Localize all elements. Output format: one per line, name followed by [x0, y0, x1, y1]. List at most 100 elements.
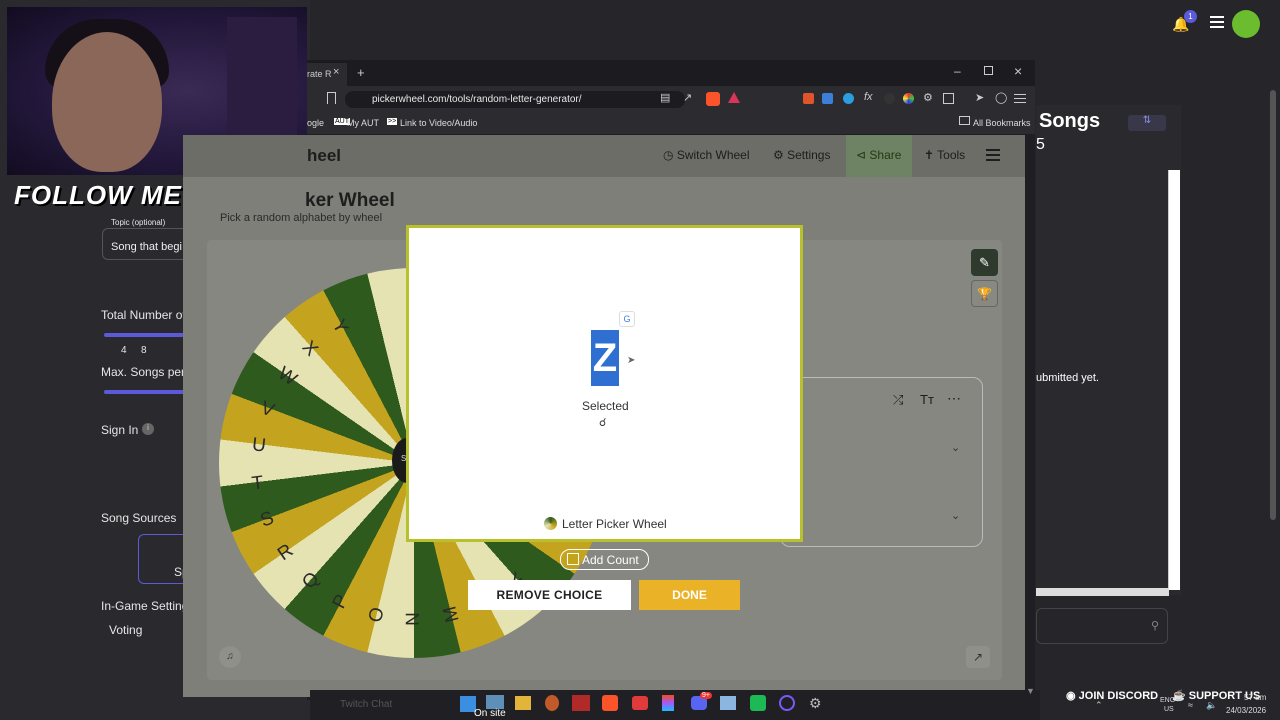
site-logo[interactable]: heel [307, 146, 341, 166]
app-icon-2[interactable] [572, 695, 590, 711]
extension-3-icon[interactable] [843, 93, 854, 104]
app-icon-6[interactable] [779, 695, 795, 711]
extensions-icon[interactable]: ⚙ [923, 91, 933, 104]
edit-icon[interactable]: ✎ [971, 249, 998, 276]
extension-5-icon[interactable] [884, 93, 895, 104]
text-size-icon[interactable]: Tᴛ [920, 392, 934, 407]
fullscreen-icon[interactable]: ↗ [966, 646, 990, 668]
bookmark-my-aut[interactable]: My AUT [347, 118, 379, 128]
extension-1-icon[interactable] [803, 93, 814, 104]
maximize-icon[interactable] [984, 66, 993, 75]
sound-icon[interactable]: ♫ [219, 646, 241, 668]
total-number-slider[interactable] [104, 333, 184, 337]
close-window-icon[interactable]: × [1014, 63, 1022, 79]
twitch-chat-label: Twitch Chat [340, 699, 393, 710]
app-icon-4[interactable] [720, 696, 736, 710]
app-icon-1[interactable] [545, 695, 559, 711]
sidebar-icon[interactable] [943, 93, 954, 104]
remove-choice-button[interactable]: REMOVE CHOICE [468, 580, 631, 610]
songs-panel [1036, 105, 1181, 595]
wheel-letter: Q [298, 567, 324, 593]
settings-button[interactable]: ⚙ Settings [773, 148, 830, 162]
brave-shield-icon[interactable] [706, 92, 720, 106]
sort-icon[interactable]: ⇅ [1128, 115, 1166, 131]
sign-in-label: Sign In [101, 423, 139, 437]
add-count-checkbox[interactable]: Add Count [560, 549, 649, 570]
gear-icon: ⚙ [773, 148, 788, 162]
brave-taskbar-icon[interactable] [602, 695, 618, 711]
max-songs-slider[interactable] [104, 390, 184, 394]
chevron-down-icon-2[interactable]: ⌄ [951, 509, 960, 522]
translate-icon[interactable]: G [619, 311, 635, 327]
vpn-icon[interactable]: ➤ [975, 91, 984, 104]
share-result-icon[interactable]: ☌ [599, 416, 606, 429]
picker-wheel-logo-icon [544, 517, 557, 530]
file-explorer-icon[interactable] [515, 696, 531, 710]
bookmark-link-to-video[interactable]: Link to Video/Audio [400, 118, 477, 128]
wheel-letter: P [328, 590, 353, 612]
wifi-icon[interactable]: ≈ [1188, 700, 1193, 710]
horizontal-scrollbar[interactable] [1036, 588, 1169, 596]
wallet-icon[interactable]: ◯ [995, 91, 1007, 104]
done-button[interactable]: DONE [639, 580, 740, 610]
figma-icon[interactable] [662, 695, 674, 711]
brave-rewards-icon[interactable] [728, 92, 740, 103]
volume-icon[interactable]: 🔈 [1206, 700, 1217, 711]
tools-button[interactable]: ✝ Tools [924, 148, 965, 162]
wheel-letter: R [273, 539, 298, 565]
more-icon[interactable]: ⋯ [947, 390, 961, 407]
weather-icon[interactable] [486, 695, 504, 709]
minimize-icon[interactable]: – [954, 64, 961, 78]
extension-6-icon[interactable] [903, 93, 914, 104]
all-bookmarks[interactable]: All Bookmarks [973, 118, 1031, 128]
search-input[interactable]: ⚲ [1036, 608, 1168, 644]
scroll-arrow-icon[interactable]: ▼ [1026, 686, 1035, 696]
browser-menu-icon[interactable] [1014, 92, 1026, 104]
reader-icon[interactable]: ▤ [660, 91, 670, 104]
shuffle-icon[interactable]: ⤮ [893, 392, 903, 408]
share-page-icon[interactable]: ↗ [683, 91, 692, 104]
wheel-letter: O [364, 604, 389, 625]
app-icon-5[interactable] [750, 695, 766, 711]
on-site-label: On site [474, 708, 506, 719]
discord-icon: ◉ [1066, 690, 1079, 702]
bookmark-google[interactable]: ogle [307, 118, 324, 128]
scrollbar[interactable] [1168, 170, 1180, 590]
wheel-letter: T [250, 471, 266, 495]
switch-wheel-button[interactable]: ◷ Switch Wheel [663, 148, 750, 162]
result-letter: Z [591, 330, 619, 386]
app-icon-3[interactable] [632, 696, 648, 710]
extension-4-icon[interactable]: fx [864, 91, 873, 103]
share-button[interactable]: ⊲ Share [856, 148, 901, 162]
in-game-settings-label: In-Game Setting [101, 599, 189, 613]
bookmark-icon[interactable] [327, 92, 336, 104]
url-field[interactable]: pickerwheel.com/tools/random-letter-gene… [345, 91, 685, 108]
extension-2-icon[interactable] [822, 93, 833, 104]
avatar[interactable] [1232, 10, 1260, 38]
settings-taskbar-icon[interactable]: ⚙ [809, 695, 822, 712]
video-icon: >> [387, 118, 398, 125]
region-label: US [1164, 706, 1174, 713]
checkbox-icon [567, 553, 579, 565]
voting-label: Voting [109, 623, 143, 637]
clock-time[interactable]: 57 am [1244, 693, 1266, 702]
language-label[interactable]: ENG [1160, 697, 1175, 704]
tray-chevron-icon[interactable]: ⌃ [1095, 700, 1103, 711]
tab-close-icon[interactable]: × [333, 66, 339, 78]
browser-tab[interactable]: rate R [307, 63, 347, 86]
join-discord-button[interactable]: ◉ JOIN DISCORD [1066, 689, 1158, 709]
info-icon[interactable]: i [142, 423, 154, 435]
songs-count: 5 [1036, 136, 1045, 153]
site-menu-icon[interactable] [986, 149, 1000, 161]
chevron-down-icon[interactable]: ⌄ [951, 441, 960, 454]
trophy-icon[interactable]: 🏆 [971, 280, 998, 307]
page-scrollbar[interactable] [1270, 90, 1276, 520]
wheel-letter: M [439, 604, 464, 625]
selected-label: Selected [582, 399, 629, 413]
new-tab-icon[interactable]: + [357, 65, 365, 80]
bookmarks-bar: ogle AUT My AUT >> Link to Video/Audio A… [307, 112, 1035, 134]
slider-tick-4: 4 [121, 345, 127, 356]
wheel-letter: W [273, 362, 301, 390]
wheel-letter: N [402, 612, 424, 626]
menu-icon[interactable] [1210, 14, 1224, 28]
